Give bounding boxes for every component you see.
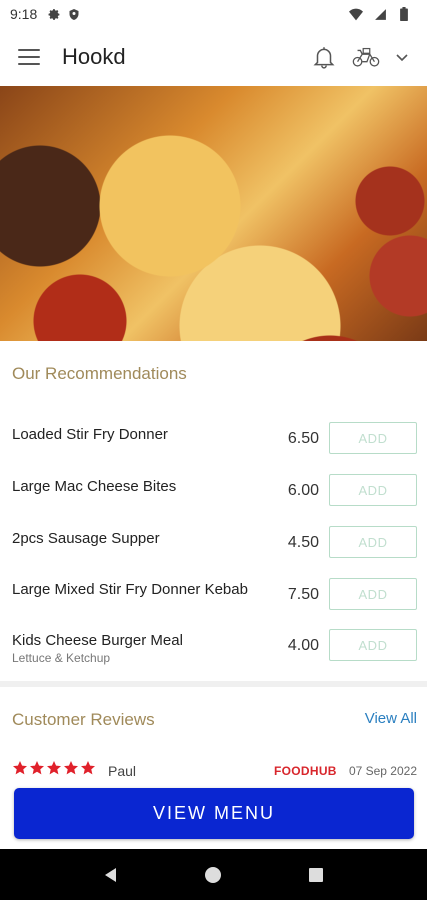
shield-icon (67, 7, 81, 21)
menu-item-name: 2pcs Sausage Supper (12, 530, 160, 547)
add-button[interactable]: ADD (329, 629, 417, 661)
menu-item: Large Mixed Stir Fry Donner Kebab 7.50 A… (0, 576, 427, 628)
app-title: Hookd (62, 44, 126, 69)
menu-item-price: 7.50 (287, 586, 319, 603)
reviewer-name: Paul (108, 763, 137, 779)
view-menu-button[interactable]: VIEW MENU (14, 788, 414, 839)
view-all-link[interactable]: View All (365, 710, 417, 727)
add-button[interactable]: ADD (329, 422, 417, 454)
star-icon (47, 761, 61, 775)
menu-icon[interactable] (18, 49, 40, 65)
system-nav-bar (0, 849, 427, 900)
app-bar: Hookd (0, 28, 427, 86)
review-item: Paul FOODHUB 07 Sep 2022 (0, 760, 427, 784)
menu-item: Large Mac Cheese Bites 6.00 ADD (0, 472, 427, 524)
menu-item-price: 6.00 (287, 482, 319, 499)
star-icon (64, 761, 78, 775)
add-button[interactable]: ADD (329, 474, 417, 506)
menu-item: Loaded Stir Fry Donner 6.50 ADD (0, 420, 427, 472)
star-icon (81, 761, 95, 775)
status-bar: 9:18 (0, 0, 427, 28)
menu-item-price: 4.50 (287, 534, 319, 551)
back-icon[interactable] (101, 865, 121, 885)
menu-item-name: Kids Cheese Burger Meal (12, 632, 183, 649)
menu-item-name: Large Mixed Stir Fry Donner Kebab (12, 581, 248, 598)
wifi-icon (349, 7, 363, 21)
menu-item: 2pcs Sausage Supper 4.50 ADD (0, 524, 427, 576)
menu-item-price: 6.50 (287, 430, 319, 447)
recents-icon[interactable] (306, 865, 326, 885)
menu-item-description: Lettuce & Ketchup (12, 651, 111, 665)
chevron-down-icon[interactable] (395, 50, 409, 64)
signal-icon (373, 7, 387, 21)
star-icon (30, 761, 44, 775)
add-button[interactable]: ADD (329, 578, 417, 610)
hero-pizza-image (0, 86, 427, 341)
section-divider (0, 681, 427, 687)
add-button[interactable]: ADD (329, 526, 417, 558)
menu-item-name: Large Mac Cheese Bites (12, 478, 177, 495)
battery-icon (397, 7, 411, 21)
menu-item-name: Loaded Stir Fry Donner (12, 426, 168, 443)
star-icon (13, 761, 27, 775)
delivery-bike-icon[interactable] (351, 45, 381, 69)
review-date: 07 Sep 2022 (348, 764, 417, 778)
bell-icon[interactable] (311, 44, 337, 70)
reviews-heading: Customer Reviews (12, 710, 155, 729)
status-time: 9:18 (10, 6, 38, 22)
recommendations-heading: Our Recommendations (12, 364, 187, 383)
settings-icon (47, 7, 61, 21)
menu-item-price: 4.00 (287, 637, 319, 654)
menu-item: Kids Cheese Burger Meal Lettuce & Ketchu… (0, 627, 427, 679)
home-icon[interactable] (203, 865, 223, 885)
foodhub-logo: FOODHUB (274, 764, 337, 778)
status-right-group (349, 7, 417, 21)
app-bar-actions (311, 44, 409, 70)
rating-stars (12, 760, 96, 776)
